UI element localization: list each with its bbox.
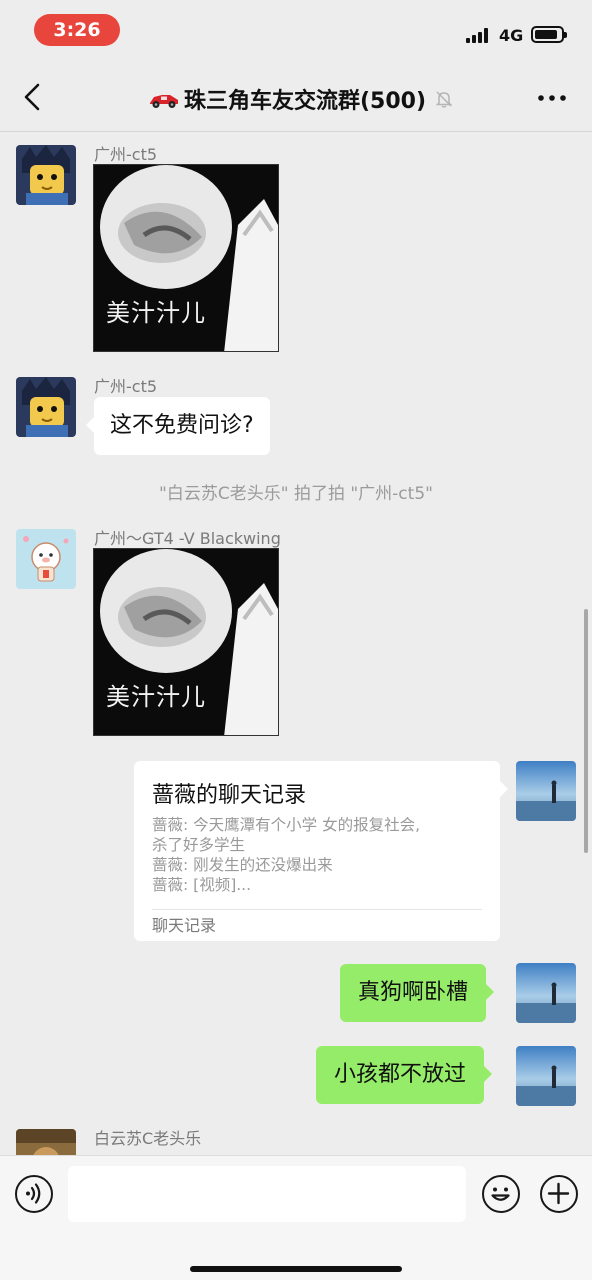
chat-record-footer: 聊天记录	[152, 916, 217, 935]
avatar-self[interactable]	[516, 1046, 576, 1106]
message-list[interactable]: 广州-ct5 美汁汁儿 广州-ct5 这不免费问诊? "白云苏C老头乐" 拍了拍…	[0, 133, 592, 1155]
chat-header: 珠三角车友交流群(500)	[0, 62, 592, 132]
home-indicator[interactable]	[190, 1266, 402, 1272]
voice-icon[interactable]	[15, 1175, 53, 1213]
divider	[152, 909, 482, 910]
text-message-bubble[interactable]: 这不免费问诊?	[86, 397, 270, 455]
text-message-bubble[interactable]: 真狗啊卧槽	[340, 964, 495, 1022]
emoji-icon[interactable]	[482, 1175, 520, 1213]
network-type: 4G	[499, 26, 524, 45]
status-bar: 3:26 4G	[0, 0, 592, 62]
text-message-bubble[interactable]: 小孩都不放过	[316, 1046, 493, 1104]
chat-record-title: 蔷薇的聊天记录	[152, 783, 307, 808]
chat-record-line: 蔷薇: [视频]...	[152, 876, 252, 894]
chat-record-preview: 蔷薇: 今天鹰潭有个小学 女的报复社会, 杀了好多学生 蔷薇: 刚发生的还没爆出…	[152, 815, 482, 895]
chat-title: 珠三角车友交流群(500)	[184, 89, 427, 114]
sender-name: 广州-ct5	[94, 377, 158, 396]
status-time: 3:26	[34, 14, 120, 46]
sticker-caption: 美汁汁儿	[106, 683, 206, 711]
message-input[interactable]	[68, 1166, 466, 1222]
sticker-caption: 美汁汁儿	[106, 299, 206, 327]
battery-icon	[531, 26, 567, 43]
chevron-left-icon[interactable]	[20, 82, 46, 112]
chat-record-card[interactable]: 蔷薇的聊天记录 蔷薇: 今天鹰潭有个小学 女的报复社会, 杀了好多学生 蔷薇: …	[134, 761, 508, 941]
avatar-guangzhou-ct5[interactable]	[16, 145, 76, 205]
chat-record-line: 杀了好多学生	[152, 836, 246, 854]
wechat-group-chat-screen: 3:26 4G 珠三角车友交流群(500) 广州-ct5 美汁汁儿 广州-ct5…	[0, 0, 592, 1280]
message-input-bar	[0, 1155, 592, 1280]
sticker-message[interactable]: 美汁汁儿	[93, 164, 279, 352]
sticker-message[interactable]: 美汁汁儿	[93, 548, 279, 736]
sender-name: 广州-ct5	[94, 145, 158, 164]
scroll-indicator[interactable]	[584, 609, 588, 853]
signal-icon	[466, 27, 492, 43]
avatar-baiyun-suc[interactable]	[16, 1129, 76, 1155]
chat-record-line: 蔷薇: 刚发生的还没爆出来	[152, 856, 333, 874]
system-pat-notice: "白云苏C老头乐" 拍了拍 "广州-ct5"	[159, 484, 433, 504]
racing-car-icon	[150, 95, 178, 108]
sender-name: 白云苏C老头乐	[94, 1129, 202, 1148]
plus-icon[interactable]	[540, 1175, 578, 1213]
chat-record-line: 蔷薇: 今天鹰潭有个小学 女的报复社会,	[152, 816, 421, 834]
chat-title-group: 珠三角车友交流群(500)	[148, 84, 454, 114]
avatar-guangzhou-gt4[interactable]	[16, 529, 76, 589]
sender-name: 广州～GT4 -V Blackwing	[94, 529, 281, 548]
avatar-self[interactable]	[516, 761, 576, 821]
avatar-guangzhou-ct5[interactable]	[16, 377, 76, 437]
bell-off-icon	[435, 91, 453, 108]
avatar-self[interactable]	[516, 963, 576, 1023]
more-dots-icon[interactable]	[536, 88, 568, 108]
